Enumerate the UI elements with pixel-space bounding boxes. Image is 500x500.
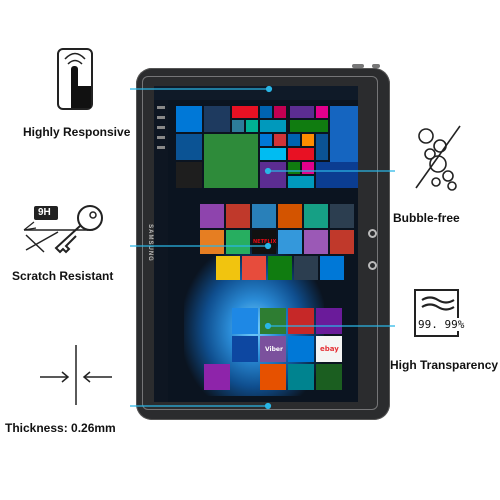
pointer-dot-transparency bbox=[264, 322, 272, 330]
pointer-dot-scratch bbox=[264, 242, 272, 250]
feature-label-responsive: Highly Responsive bbox=[23, 125, 131, 139]
feature-label-transparency: High Transparency bbox=[390, 358, 499, 372]
transparency-value: 99. 99% bbox=[417, 318, 466, 331]
pointer-dot-responsive bbox=[265, 85, 273, 93]
bubbles-icon bbox=[415, 125, 461, 191]
feature-label-thickness: Thickness: 0.26mm bbox=[5, 421, 116, 435]
key-scratch-icon bbox=[23, 205, 103, 254]
wave-icon bbox=[421, 296, 455, 311]
pointer-dot-bubble bbox=[264, 167, 272, 175]
feature-label-scratch: Scratch Resistant bbox=[12, 269, 114, 283]
thickness-arrows-icon bbox=[40, 345, 112, 405]
pointer-dot-thickness bbox=[264, 402, 272, 410]
feature-label-bubble: Bubble-free bbox=[393, 211, 460, 225]
touch-screen-icon bbox=[57, 48, 93, 110]
